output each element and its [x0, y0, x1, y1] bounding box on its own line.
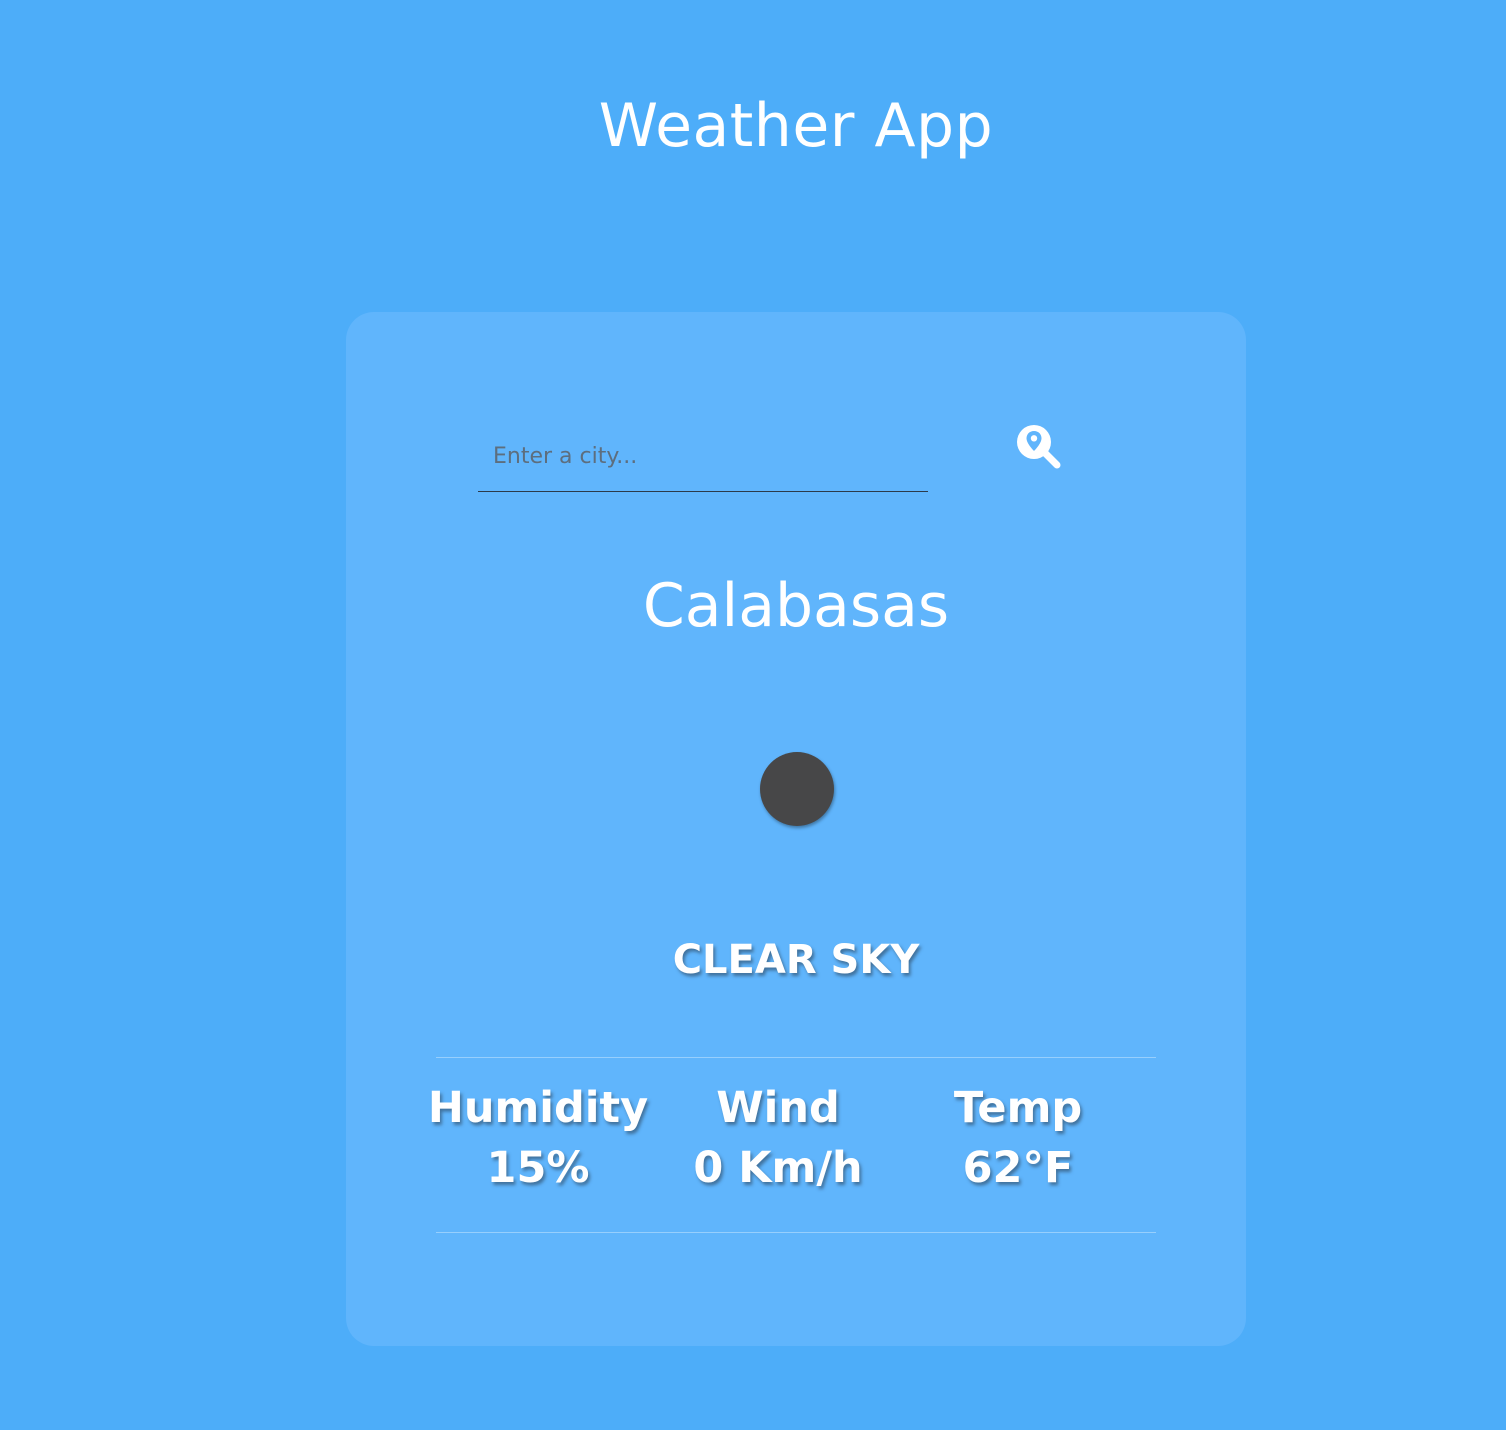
- city-name: Calabasas: [642, 571, 950, 641]
- city-search-input[interactable]: [478, 422, 928, 490]
- weather-card: Calabasas CLEAR SKY Humidity 15% Wind 0 …: [346, 312, 1246, 1346]
- weather-app-page: Weather App Calabasas CLEAR SKY Humidity…: [0, 0, 1506, 1430]
- humidity-value: 15%: [486, 1143, 590, 1193]
- weather-description: CLEAR SKY: [672, 937, 920, 983]
- temp-value: 62°F: [962, 1143, 1074, 1193]
- location-search-icon[interactable]: [1014, 422, 1066, 474]
- temp-label: Temp: [953, 1083, 1083, 1133]
- wind-label: Wind: [716, 1083, 840, 1133]
- weather-icon: [760, 752, 834, 826]
- wind-stat: Wind 0 Km/h: [658, 1080, 898, 1200]
- app-title: Weather App: [598, 91, 994, 161]
- wind-value: 0 Km/h: [693, 1143, 863, 1193]
- humidity-stat: Humidity 15%: [418, 1080, 658, 1200]
- search-field: [478, 422, 928, 492]
- temp-stat: Temp 62°F: [898, 1080, 1138, 1200]
- humidity-label: Humidity: [427, 1083, 649, 1133]
- weather-stats: Humidity 15% Wind 0 Km/h Temp 62°F: [428, 1057, 1156, 1233]
